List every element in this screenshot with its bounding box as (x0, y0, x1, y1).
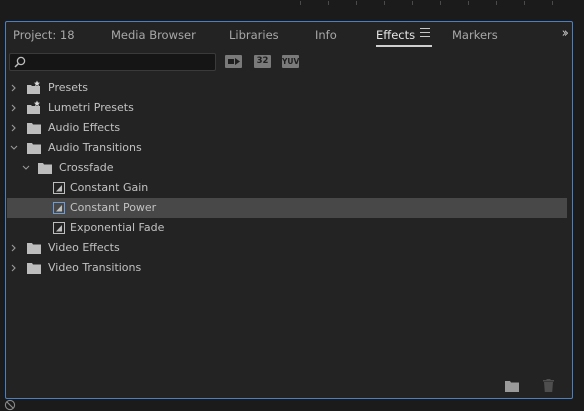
accelerated-effects-filter-icon[interactable] (225, 55, 242, 68)
folder-icon (38, 163, 52, 174)
preset-folder-icon (27, 100, 40, 114)
folder-icon (27, 263, 41, 274)
audio-transition-icon (53, 202, 65, 214)
tab-effects[interactable]: Effects (376, 28, 433, 47)
tree-item-exponential-fade[interactable]: Exponential Fade (7, 218, 567, 238)
accelerated-effects-glyph (228, 58, 240, 65)
tree-item-constant-gain[interactable]: Constant Gain (7, 178, 567, 198)
panel-tab-bar: Project: 18 Media Browser Libraries Info… (6, 22, 572, 48)
top-strip (0, 0, 584, 20)
folder-icon (27, 143, 41, 154)
tab-effects-label: Effects (376, 28, 416, 42)
tree-item-label: Lumetri Presets (48, 101, 134, 114)
chevron-right-icon[interactable] (10, 124, 18, 132)
chevron-down-icon[interactable] (10, 144, 18, 152)
trash-icon[interactable] (543, 379, 554, 392)
tree-item-crossfade[interactable]: Crossfade (7, 158, 567, 178)
tree-item-video-transitions[interactable]: Video Transitions (7, 258, 567, 278)
new-bin-icon[interactable] (505, 381, 519, 392)
tree-item-constant-power[interactable]: Constant Power (7, 198, 567, 218)
tab-markers[interactable]: Markers (452, 28, 498, 44)
folder-icon (27, 243, 41, 254)
tab-project[interactable]: Project: 18 (13, 28, 75, 44)
tree-item-label: Video Effects (48, 241, 120, 254)
tab-overflow-icon[interactable]: ›› (562, 26, 570, 41)
chevron-down-icon[interactable] (22, 164, 30, 172)
preset-folder-icon (27, 80, 40, 94)
tab-media-browser[interactable]: Media Browser (111, 28, 196, 44)
tree-item-label: Video Transitions (48, 261, 142, 274)
chevron-right-icon[interactable] (10, 244, 18, 252)
audio-transition-icon (53, 182, 65, 194)
tree-item-video-effects[interactable]: Video Effects (7, 238, 567, 258)
panel-menu-icon[interactable] (420, 28, 430, 37)
yuv-filter-icon[interactable]: YUV (282, 55, 299, 68)
audio-transition-icon (53, 222, 65, 234)
tree-item-audio-effects[interactable]: Audio Effects (7, 118, 567, 138)
tree-item-presets[interactable]: Presets (7, 78, 567, 98)
32-bit-filter-icon[interactable]: 32 (254, 55, 271, 68)
tree-item-label: Audio Effects (48, 121, 121, 134)
tree-item-label: Presets (48, 81, 89, 94)
folder-icon (27, 123, 41, 134)
tab-info[interactable]: Info (315, 28, 337, 44)
tree-item-lumetri-presets[interactable]: Lumetri Presets (7, 98, 567, 118)
active-tab-underline (376, 45, 433, 47)
chevron-right-icon[interactable] (10, 104, 18, 112)
chevron-right-icon[interactable] (10, 84, 18, 92)
status-icon[interactable] (4, 399, 16, 411)
tree-item-label: Constant Gain (70, 181, 149, 194)
tree-item-label: Exponential Fade (70, 221, 165, 234)
tree-item-label: Constant Power (70, 201, 157, 214)
tree-item-label: Crossfade (59, 161, 114, 174)
tree-item-label: Audio Transitions (48, 141, 142, 154)
search-input[interactable] (9, 53, 216, 71)
effects-panel: Project: 18 Media Browser Libraries Info… (5, 21, 573, 399)
tab-libraries[interactable]: Libraries (229, 28, 279, 44)
search-icon (14, 56, 26, 68)
chevron-right-icon[interactable] (10, 264, 18, 272)
tree-item-audio-transitions[interactable]: Audio Transitions (7, 138, 567, 158)
